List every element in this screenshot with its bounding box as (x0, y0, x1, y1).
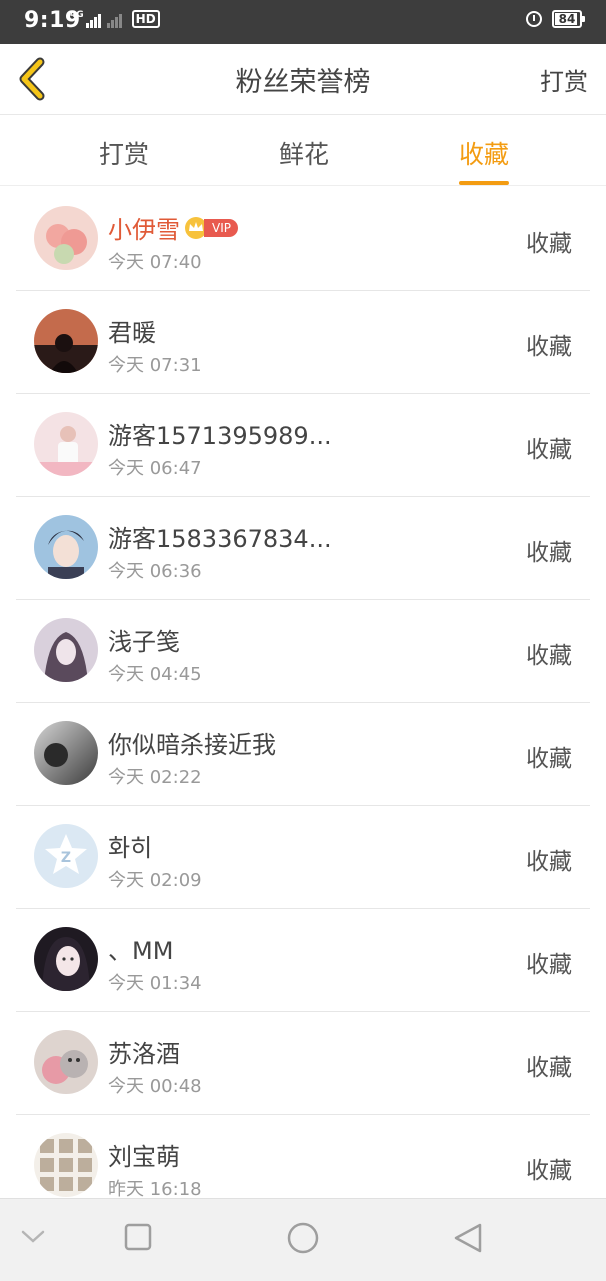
avatar (34, 618, 98, 682)
square-icon (124, 1223, 152, 1251)
network-indicator: 4G HD (70, 10, 160, 28)
item-time: 今天 06:36 (108, 561, 202, 582)
list-item[interactable]: 浅子笺 今天 04:45 收藏 (16, 600, 590, 703)
favorite-label: 收藏 (526, 746, 572, 772)
circle-icon (287, 1222, 319, 1254)
list-item[interactable]: Z 화히 今天 02:09 收藏 (16, 806, 590, 909)
user-name: 화히 (108, 834, 153, 862)
list-item[interactable]: 游客1583367834... 今天 06:36 收藏 (16, 497, 590, 600)
tab-flowers[interactable]: 鲜花 (279, 135, 329, 171)
tab-reward[interactable]: 打赏 (99, 135, 149, 171)
back-nav-button[interactable] (452, 1221, 484, 1259)
avatar (34, 309, 98, 373)
item-time: 今天 07:31 (108, 355, 202, 376)
app-header: 粉丝荣誉榜 打赏 (0, 44, 606, 115)
user-name: 刘宝萌 (108, 1143, 180, 1171)
signal-2-icon (106, 12, 122, 28)
list-item[interactable]: 、MM 今天 01:34 收藏 (16, 909, 590, 1012)
user-name: 你似暗杀接近我 (108, 731, 276, 759)
qq-default-avatar-icon: Z (34, 824, 98, 888)
avatar (34, 412, 98, 476)
avatar: Z (34, 824, 98, 888)
avatar (34, 515, 98, 579)
favorite-label: 收藏 (526, 1158, 572, 1184)
svg-text:Z: Z (61, 850, 71, 866)
favorite-label: 收藏 (526, 334, 572, 360)
item-time: 今天 06:47 (108, 458, 202, 479)
avatar (34, 206, 98, 270)
user-name: 小伊雪 VIP (108, 210, 238, 245)
favorite-label: 收藏 (526, 1055, 572, 1081)
favorite-label: 收藏 (526, 540, 572, 566)
avatar (34, 1030, 98, 1094)
user-name: 苏洛酒 (108, 1040, 180, 1068)
list-item[interactable]: 你似暗杀接近我 今天 02:22 收藏 (16, 703, 590, 806)
item-time: 今天 02:09 (108, 870, 202, 891)
recent-apps-button[interactable] (124, 1223, 152, 1255)
system-nav-bar (0, 1198, 606, 1281)
item-time: 今天 01:34 (108, 973, 202, 994)
list-item[interactable]: 游客1571395989... 今天 06:47 收藏 (16, 394, 590, 497)
item-time: 今天 07:40 (108, 252, 202, 273)
favorite-label: 收藏 (526, 231, 572, 257)
user-name: 、MM (108, 937, 174, 965)
hide-nav-button[interactable] (20, 1229, 46, 1249)
battery-level: 84 (558, 12, 576, 26)
list-item[interactable]: 小伊雪 VIP 今天 07:40 收藏 (16, 188, 590, 291)
favorite-label: 收藏 (526, 952, 572, 978)
chevron-down-icon (21, 1230, 45, 1243)
tab-bar: 打赏 鲜花 收藏 (0, 115, 606, 186)
avatar (34, 1133, 98, 1197)
triangle-back-icon (454, 1223, 482, 1253)
list-item[interactable]: 苏洛酒 今天 00:48 收藏 (16, 1012, 590, 1115)
page-title: 粉丝荣誉榜 (235, 67, 371, 98)
signal-icon (85, 12, 101, 28)
home-button[interactable] (286, 1221, 320, 1259)
avatar (34, 927, 98, 991)
item-time: 今天 00:48 (108, 1076, 202, 1097)
status-bar: 9:19 4G HD 84 (0, 0, 606, 44)
user-name: 君暖 (108, 319, 156, 347)
battery-icon: 84 (552, 10, 585, 28)
reward-button[interactable]: 打赏 (540, 62, 588, 97)
item-time: 今天 02:22 (108, 767, 202, 788)
hd-icon: HD (131, 10, 160, 28)
user-name: 浅子笺 (108, 628, 180, 656)
user-name: 游客1571395989... (108, 422, 332, 450)
tab-favorites[interactable]: 收藏 (458, 135, 510, 185)
favorite-label: 收藏 (526, 643, 572, 669)
favorite-label: 收藏 (526, 437, 572, 463)
network-type: 4G (70, 10, 84, 20)
list-item[interactable]: 君暖 今天 07:31 收藏 (16, 291, 590, 394)
user-name: 游客1583367834... (108, 525, 332, 553)
item-time: 今天 04:45 (108, 664, 202, 685)
vip-label: VIP (204, 218, 238, 237)
alarm-icon (526, 11, 542, 27)
favorite-label: 收藏 (526, 849, 572, 875)
fan-list: 小伊雪 VIP 今天 07:40 收藏 君暖 今天 07:31 收藏 游客157… (0, 188, 606, 1218)
vip-badge: VIP (184, 216, 238, 240)
avatar (34, 721, 98, 785)
